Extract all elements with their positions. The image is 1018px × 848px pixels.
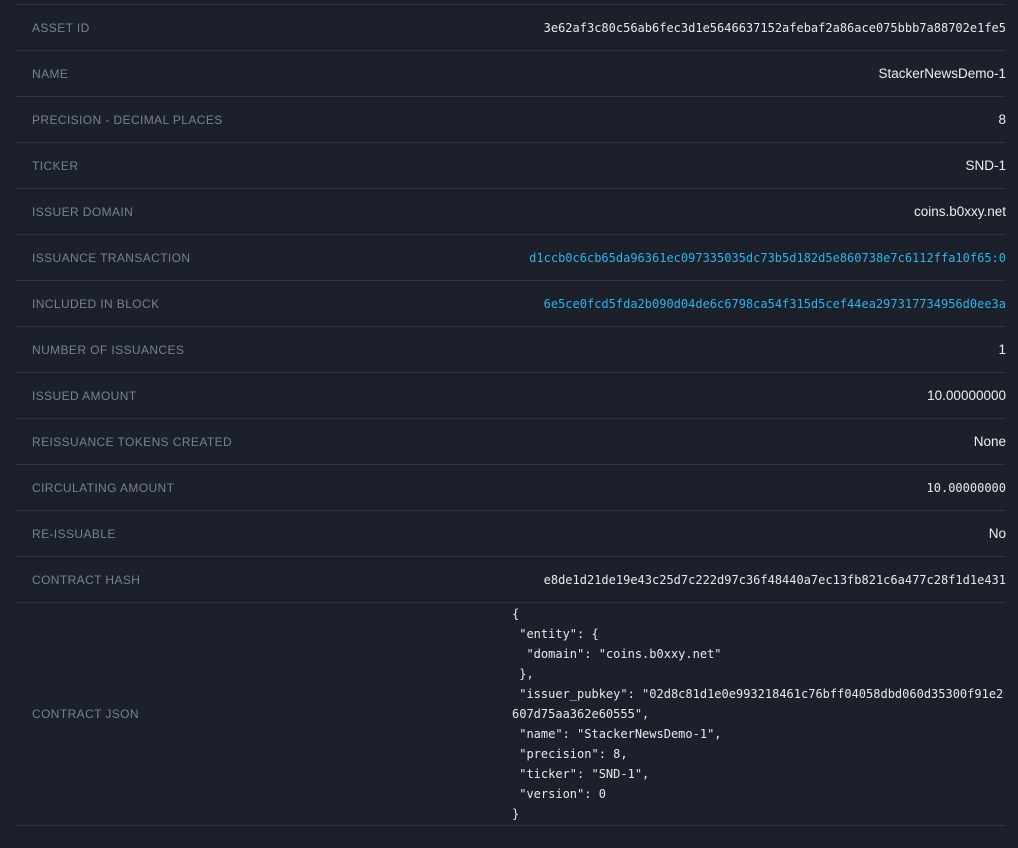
asset-id-label: ASSET ID <box>32 21 90 35</box>
row-contract-json: CONTRACT JSON { "entity": { "domain": "c… <box>16 603 1006 826</box>
contract-hash-label: CONTRACT HASH <box>32 573 140 587</box>
row-precision: PRECISION - DECIMAL PLACES 8 <box>16 97 1006 143</box>
row-name: NAME StackerNewsDemo-1 <box>16 51 1006 97</box>
asset-id-value: 3e62af3c80c56ab6fec3d1e5646637152afebaf2… <box>544 21 1006 35</box>
included-in-block-link[interactable]: 6e5ce0fcd5fda2b090d04de6c6798ca54f315d5c… <box>544 297 1006 311</box>
name-label: NAME <box>32 67 68 81</box>
row-asset-id: ASSET ID 3e62af3c80c56ab6fec3d1e56466371… <box>16 5 1006 51</box>
reissuance-tokens-created-value: None <box>974 434 1006 449</box>
row-issuer-domain: ISSUER DOMAIN coins.b0xxy.net <box>16 189 1006 235</box>
row-issuance-transaction: ISSUANCE TRANSACTION d1ccb0c6cb65da96361… <box>16 235 1006 281</box>
issued-amount-label: ISSUED AMOUNT <box>32 389 137 403</box>
precision-value: 8 <box>998 112 1006 127</box>
row-issued-amount: ISSUED AMOUNT 10.00000000 <box>16 373 1006 419</box>
issuance-transaction-label: ISSUANCE TRANSACTION <box>32 251 190 265</box>
row-ticker: TICKER SND-1 <box>16 143 1006 189</box>
number-of-issuances-label: NUMBER OF ISSUANCES <box>32 343 184 357</box>
number-of-issuances-value: 1 <box>998 342 1006 357</box>
re-issuable-value: No <box>989 526 1006 541</box>
issuer-domain-value: coins.b0xxy.net <box>914 204 1006 219</box>
row-re-issuable: RE-ISSUABLE No <box>16 511 1006 557</box>
included-in-block-label: INCLUDED IN BLOCK <box>32 297 160 311</box>
asset-details-table: ASSET ID 3e62af3c80c56ab6fec3d1e56466371… <box>16 4 1006 826</box>
contract-json-code: { "entity": { "domain": "coins.b0xxy.net… <box>512 604 1006 824</box>
circulating-amount-value: 10.00000000 <box>927 481 1006 495</box>
contract-hash-value: e8de1d21de19e43c25d7c222d97c36f48440a7ec… <box>544 573 1006 587</box>
included-in-block-value: 6e5ce0fcd5fda2b090d04de6c6798ca54f315d5c… <box>544 297 1006 311</box>
row-reissuance-tokens-created: REISSUANCE TOKENS CREATED None <box>16 419 1006 465</box>
precision-label: PRECISION - DECIMAL PLACES <box>32 113 223 127</box>
issuer-domain-label: ISSUER DOMAIN <box>32 205 133 219</box>
reissuance-tokens-created-label: REISSUANCE TOKENS CREATED <box>32 435 232 449</box>
ticker-value: SND-1 <box>965 158 1006 173</box>
issued-amount-value: 10.00000000 <box>927 388 1006 403</box>
ticker-label: TICKER <box>32 159 78 173</box>
issuance-transaction-value: d1ccb0c6cb65da96361ec097335035dc73b5d182… <box>529 251 1006 265</box>
row-number-of-issuances: NUMBER OF ISSUANCES 1 <box>16 327 1006 373</box>
re-issuable-label: RE-ISSUABLE <box>32 527 116 541</box>
contract-json-label: CONTRACT JSON <box>32 707 139 721</box>
row-circulating-amount: CIRCULATING AMOUNT 10.00000000 <box>16 465 1006 511</box>
circulating-amount-label: CIRCULATING AMOUNT <box>32 481 174 495</box>
row-included-in-block: INCLUDED IN BLOCK 6e5ce0fcd5fda2b090d04d… <box>16 281 1006 327</box>
row-contract-hash: CONTRACT HASH e8de1d21de19e43c25d7c222d9… <box>16 557 1006 603</box>
name-value: StackerNewsDemo-1 <box>878 66 1006 81</box>
issuance-transaction-link[interactable]: d1ccb0c6cb65da96361ec097335035dc73b5d182… <box>529 251 1006 265</box>
